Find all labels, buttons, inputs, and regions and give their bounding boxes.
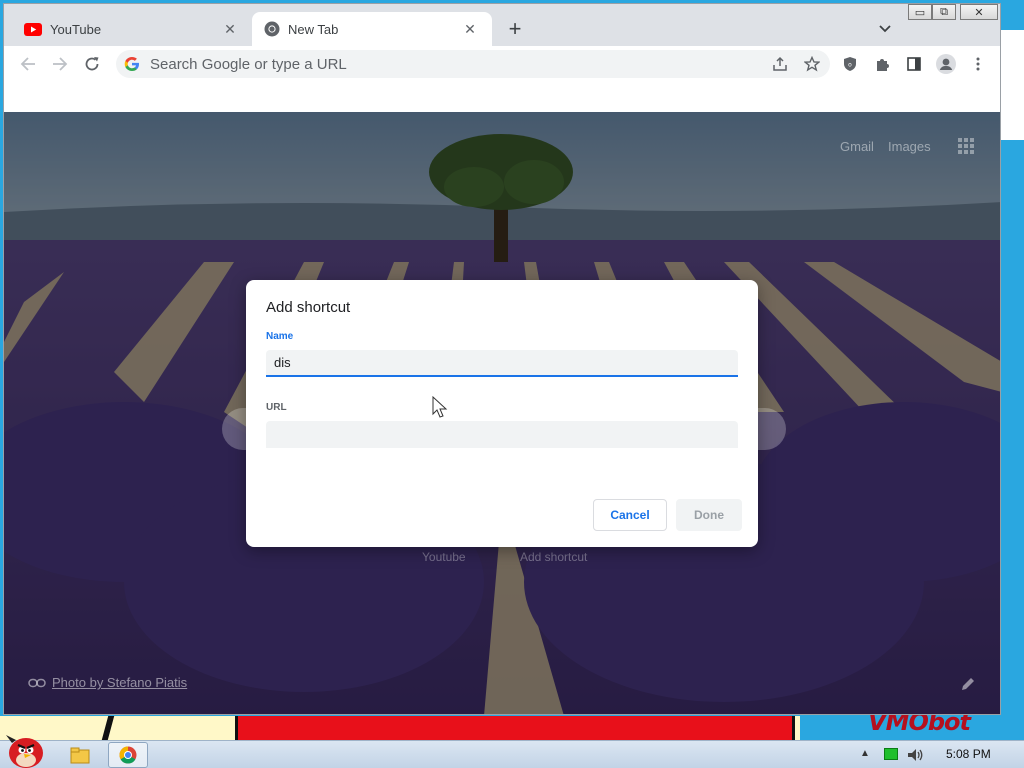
photo-credit[interactable]: Photo by Stefano Piatis xyxy=(28,675,187,690)
share-icon[interactable] xyxy=(768,52,792,76)
close-tab-icon[interactable]: ✕ xyxy=(220,19,240,39)
images-link[interactable]: Images xyxy=(888,139,931,154)
volume-icon[interactable] xyxy=(906,746,924,764)
more-vert-icon xyxy=(976,57,980,71)
reload-icon xyxy=(85,57,99,71)
start-button[interactable] xyxy=(4,729,48,768)
angry-bird-icon xyxy=(6,735,43,768)
extensions-button[interactable] xyxy=(870,52,894,76)
system-clock[interactable]: 5:08 PM xyxy=(946,747,991,761)
add-shortcut-dialog: Add shortcut Name URL Cancel Done xyxy=(246,280,758,547)
name-field-label: Name xyxy=(266,331,294,342)
avatar-icon xyxy=(936,54,956,74)
back-button[interactable] xyxy=(16,52,40,76)
plus-icon: + xyxy=(508,16,522,41)
tab-youtube[interactable]: YouTube ✕ xyxy=(12,12,252,46)
tab-title: YouTube xyxy=(50,21,102,37)
wallpaper-panel xyxy=(1001,30,1024,140)
cancel-button[interactable]: Cancel xyxy=(593,499,667,531)
pencil-icon[interactable] xyxy=(960,676,976,692)
chrome-icon xyxy=(119,746,137,764)
show-hidden-icons-button[interactable]: ▲ xyxy=(860,748,870,759)
shortcut-youtube-label[interactable]: Youtube xyxy=(422,550,466,564)
minimize-window-button[interactable]: ▭ xyxy=(908,4,932,20)
address-bar[interactable]: Search Google or type a URL xyxy=(116,50,830,78)
google-g-icon xyxy=(124,57,139,71)
shield-icon: o xyxy=(844,57,856,71)
close-window-button[interactable]: ✕ xyxy=(960,4,998,20)
mouse-cursor-icon xyxy=(432,396,448,418)
arrow-right-icon xyxy=(53,57,68,71)
gmail-link[interactable]: Gmail xyxy=(840,139,874,154)
network-icon[interactable] xyxy=(884,748,898,760)
browser-toolbar: Search Google or type a URL o xyxy=(4,46,1000,82)
dialog-title: Add shortcut xyxy=(266,299,351,316)
share-glyph xyxy=(773,56,787,71)
name-field[interactable] xyxy=(266,350,738,377)
browser-menu-button[interactable] xyxy=(966,52,990,76)
tab-title: New Tab xyxy=(288,21,339,37)
apps-grid-icon[interactable] xyxy=(956,136,976,156)
link-icon xyxy=(28,678,46,687)
url-field-label: URL xyxy=(266,402,287,413)
side-panel-button[interactable] xyxy=(902,52,926,76)
ublock-extension-button[interactable]: o xyxy=(838,52,862,76)
side-panel-icon xyxy=(907,57,921,71)
bookmark-star-icon[interactable] xyxy=(800,52,824,76)
taskbar-explorer-button[interactable] xyxy=(62,742,98,768)
arrow-left-icon xyxy=(20,57,35,71)
star-glyph xyxy=(804,56,820,72)
close-tab-icon[interactable]: ✕ xyxy=(460,19,480,39)
chrome-icon xyxy=(264,21,280,37)
photo-credit-text[interactable]: Photo by Stefano Piatis xyxy=(52,675,187,690)
new-tab-button[interactable]: + xyxy=(502,16,528,42)
maximize-window-button[interactable]: ⧉ xyxy=(932,4,956,20)
chevron-down-icon xyxy=(879,25,891,33)
address-placeholder: Search Google or type a URL xyxy=(150,55,347,73)
reload-button[interactable] xyxy=(80,52,104,76)
done-button[interactable]: Done xyxy=(676,499,742,531)
forward-button[interactable] xyxy=(48,52,72,76)
folder-icon xyxy=(70,747,90,764)
url-field[interactable] xyxy=(266,421,738,448)
shortcut-add-label[interactable]: Add shortcut xyxy=(520,550,587,564)
taskbar: ▲ 5:08 PM xyxy=(0,735,1024,768)
tab-strip: YouTube ✕ New Tab ✕ + xyxy=(4,4,1000,46)
profile-button[interactable] xyxy=(934,52,958,76)
tab-search-button[interactable] xyxy=(872,16,898,42)
taskbar-chrome-button[interactable] xyxy=(108,742,148,768)
svg-text:o: o xyxy=(848,62,852,69)
puzzle-icon xyxy=(877,59,889,71)
tab-new-tab[interactable]: New Tab ✕ xyxy=(252,12,492,46)
youtube-icon xyxy=(24,22,42,36)
